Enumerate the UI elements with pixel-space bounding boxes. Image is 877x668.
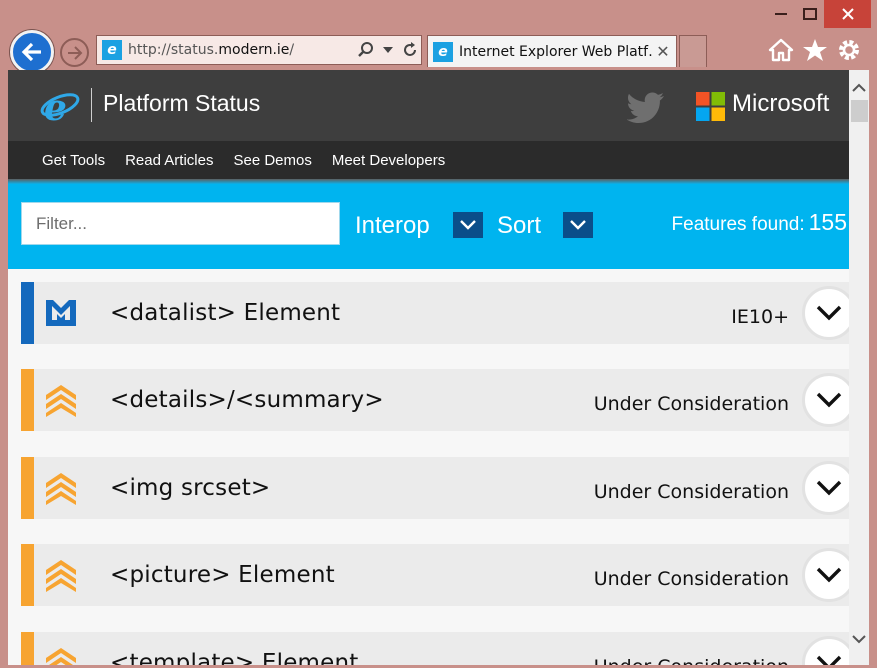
interop-dropdown-button[interactable] (453, 212, 483, 238)
sort-dropdown-button[interactable] (563, 212, 593, 238)
close-icon (841, 8, 854, 20)
ie-shipped-icon (46, 300, 76, 326)
twitter-icon[interactable] (627, 92, 665, 124)
forward-button[interactable] (60, 38, 89, 67)
nav-meet-developers[interactable]: Meet Developers (332, 152, 445, 169)
chevron-down-icon (816, 305, 842, 321)
vertical-scrollbar[interactable] (849, 70, 869, 665)
status-color-bar (21, 282, 34, 344)
favorites-star-icon[interactable] (801, 36, 829, 64)
site-title[interactable]: Platform Status (103, 90, 260, 117)
expand-button[interactable] (802, 461, 856, 515)
tab-title: Internet Explorer Web Platf… (459, 43, 654, 60)
status-color-bar (21, 632, 34, 665)
chevron-down-icon (816, 392, 842, 408)
ie-logo-icon[interactable]: e (40, 87, 80, 125)
window-caption (766, 0, 871, 30)
under-consideration-icon (46, 473, 76, 505)
chevron-down-icon (816, 567, 842, 583)
tab-favicon: e (433, 41, 453, 62)
feature-status: Under Consideration (594, 656, 789, 665)
tab-close-icon[interactable]: ✕ (654, 42, 672, 61)
site-header: e Platform Status Microsoft (8, 70, 849, 141)
site-nav: Get Tools Read Articles See Demos Meet D… (8, 141, 849, 179)
nav-get-tools[interactable]: Get Tools (42, 152, 105, 169)
feature-status: Under Consideration (593, 568, 789, 590)
chevron-down-icon (816, 480, 842, 496)
browser-tab[interactable]: e Internet Explorer Web Platf… ✕ (427, 35, 677, 67)
address-url[interactable]: http://status.modern.ie/ (128, 42, 355, 58)
under-consideration-icon (46, 385, 76, 417)
feature-name: <datalist> Element (110, 300, 341, 326)
back-arrow-icon (21, 42, 41, 62)
svg-text:e: e (44, 87, 67, 125)
settings-gear-icon[interactable] (835, 36, 863, 64)
feature-row[interactable]: <details>/<summary> Under Consideration (21, 369, 856, 431)
filter-input[interactable] (21, 202, 340, 245)
scroll-down-arrow-icon[interactable] (849, 630, 869, 648)
new-tab-button[interactable] (679, 35, 707, 67)
microsoft-brand[interactable]: Microsoft (732, 90, 829, 118)
nav-read-articles[interactable]: Read Articles (125, 152, 213, 169)
logo-divider (91, 88, 92, 122)
sort-label[interactable]: Sort (497, 212, 541, 240)
feature-status: Under Consideration (593, 393, 789, 415)
minimize-button[interactable] (766, 0, 795, 28)
nav-see-demos[interactable]: See Demos (233, 152, 311, 169)
expand-button[interactable] (802, 636, 856, 665)
status-color-bar (21, 457, 34, 519)
scrollbar-thumb[interactable] (851, 100, 868, 122)
site-favicon: e (102, 40, 122, 60)
back-button[interactable] (10, 30, 54, 74)
features-found: Features found: 155 (672, 209, 847, 236)
feature-name: <img srcset> (110, 475, 271, 501)
feature-status: IE10+ (731, 306, 789, 328)
forward-arrow-icon (67, 45, 82, 60)
under-consideration-icon (46, 560, 76, 592)
features-found-label: Features found: (671, 214, 805, 235)
microsoft-logo-icon (696, 92, 725, 121)
maximize-button[interactable] (795, 0, 824, 28)
home-icon[interactable] (767, 36, 795, 64)
feature-row[interactable]: <img srcset> Under Consideration (21, 457, 856, 519)
refresh-icon[interactable] (399, 37, 421, 63)
chevron-down-icon (816, 655, 842, 665)
status-color-bar (21, 369, 34, 431)
scroll-up-arrow-icon[interactable] (849, 78, 869, 96)
features-count: 155 (808, 209, 847, 235)
browser-toolbar: e http://status.modern.ie/ e Internet Ex… (0, 30, 877, 74)
feature-row[interactable]: <datalist> Element IE10+ (21, 282, 856, 344)
chevron-down-icon (460, 220, 476, 230)
expand-button[interactable] (802, 373, 856, 427)
expand-button[interactable] (802, 548, 856, 602)
close-window-button[interactable] (824, 0, 871, 28)
feature-status: Under Consideration (593, 481, 789, 503)
chevron-down-icon (570, 220, 586, 230)
feature-name: <template> Element (110, 650, 359, 665)
feature-name: <details>/<summary> (110, 387, 384, 413)
status-color-bar (21, 544, 34, 606)
page-viewport: e Platform Status Microsoft Get Tools Re… (8, 70, 869, 665)
maximize-icon (802, 8, 817, 20)
feature-row[interactable]: <template> Element Under Consideration (21, 632, 856, 665)
feature-row[interactable]: <picture> Element Under Consideration (21, 544, 856, 606)
interop-label[interactable]: Interop (355, 212, 430, 240)
expand-button[interactable] (802, 286, 856, 340)
feature-name: <picture> Element (110, 562, 335, 588)
browser-tool-icons (767, 36, 863, 64)
address-bar[interactable]: e http://status.modern.ie/ (96, 35, 422, 65)
minimize-icon (774, 12, 787, 15)
dropdown-arrow-icon[interactable] (377, 37, 399, 63)
filter-bar: Interop Sort Features found:155 (8, 184, 849, 269)
under-consideration-icon (46, 648, 76, 665)
search-icon[interactable] (355, 37, 377, 63)
